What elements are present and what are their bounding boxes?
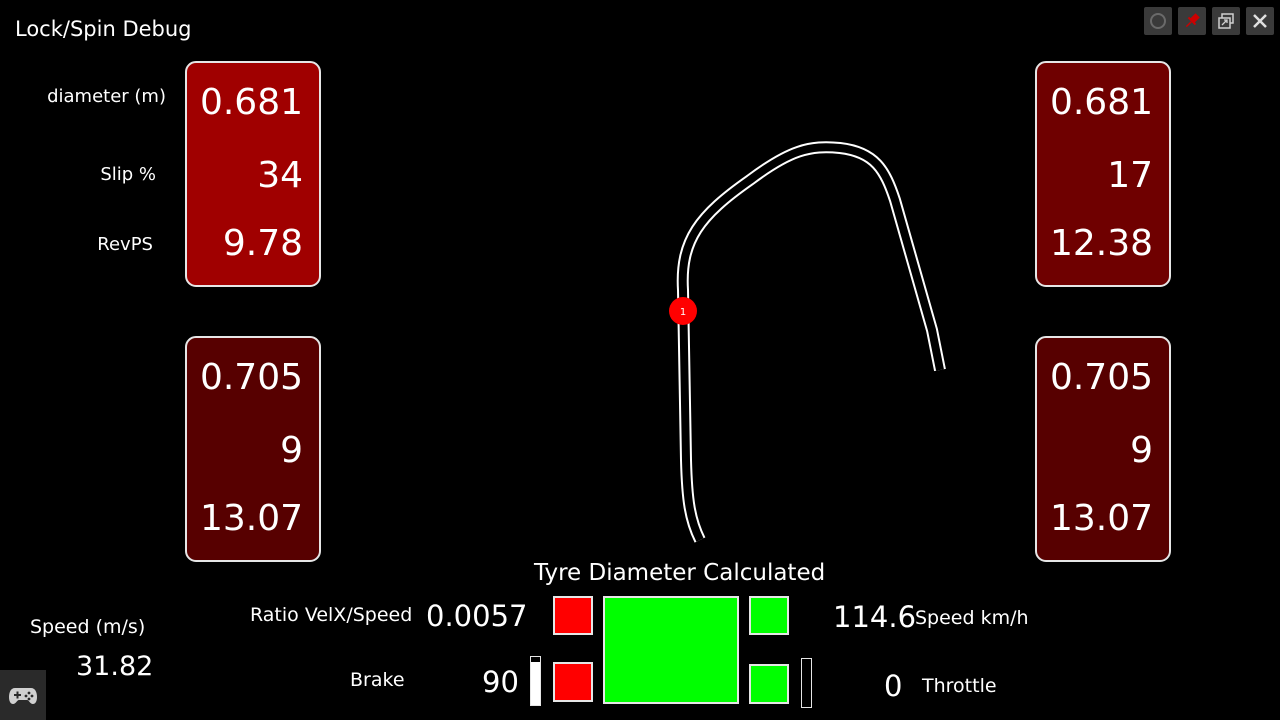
tyre-diameter-calculated-label: Tyre Diameter Calculated <box>534 560 826 586</box>
speed-ms-value: 31.82 <box>76 651 154 682</box>
circle-button[interactable] <box>1144 7 1172 35</box>
gamepad-button[interactable] <box>0 670 46 720</box>
slip-label: Slip % <box>100 164 156 185</box>
slip-value: 17 <box>1107 155 1153 196</box>
indicator-rear-left <box>553 662 593 702</box>
slip-value: 9 <box>280 430 303 471</box>
window-title: Lock/Spin Debug <box>15 17 192 41</box>
indicator-front-right <box>749 596 789 635</box>
track-map: 1 <box>669 141 946 543</box>
throttle-label: Throttle <box>922 675 997 697</box>
revps-value: 9.78 <box>222 223 303 264</box>
diameter-value: 0.681 <box>1049 82 1153 123</box>
diameter-label: diameter (m) <box>47 86 166 107</box>
diameter-value: 0.705 <box>199 357 303 398</box>
slip-value: 9 <box>1130 430 1153 471</box>
revps-label: RevPS <box>97 234 153 255</box>
speed-ms-label: Speed (m/s) <box>30 616 146 638</box>
indicator-front-left <box>553 596 593 635</box>
tyre-diameter-indicator <box>603 596 739 704</box>
revps-value: 13.07 <box>199 498 303 539</box>
diameter-value: 0.681 <box>199 82 303 123</box>
car-marker-label: 1 <box>680 307 686 318</box>
brake-value: 90 <box>482 665 519 699</box>
indicator-rear-right <box>749 664 789 704</box>
gamepad-icon <box>9 688 37 704</box>
pin-icon <box>1185 13 1200 28</box>
brake-label: Brake <box>350 669 405 691</box>
throttle-bar <box>801 658 812 708</box>
close-button[interactable] <box>1246 7 1274 35</box>
brake-bar-fill <box>531 661 540 705</box>
ratio-value: 0.0057 <box>426 599 528 633</box>
wheel-panel-front-left: 0.681 34 9.78 <box>185 61 321 287</box>
restore-window-icon <box>1218 13 1234 29</box>
wheel-panel-front-right: 0.681 17 12.38 <box>1035 61 1171 287</box>
throttle-value: 0 <box>884 669 903 703</box>
ratio-label: Ratio VelX/Speed <box>250 604 413 626</box>
wheel-panel-rear-right: 0.705 9 13.07 <box>1035 336 1171 562</box>
wheel-panel-rear-left: 0.705 9 13.07 <box>185 336 321 562</box>
pin-button[interactable] <box>1178 7 1206 35</box>
speed-kmh-value: 114.6 <box>833 600 917 634</box>
brake-bar <box>530 656 541 706</box>
revps-value: 13.07 <box>1049 498 1153 539</box>
revps-value: 12.38 <box>1049 223 1153 264</box>
circle-icon <box>1150 13 1166 29</box>
close-icon <box>1253 14 1267 28</box>
diameter-value: 0.705 <box>1049 357 1153 398</box>
slip-value: 34 <box>257 155 303 196</box>
speed-kmh-label: Speed km/h <box>915 607 1029 629</box>
restore-window-button[interactable] <box>1212 7 1240 35</box>
